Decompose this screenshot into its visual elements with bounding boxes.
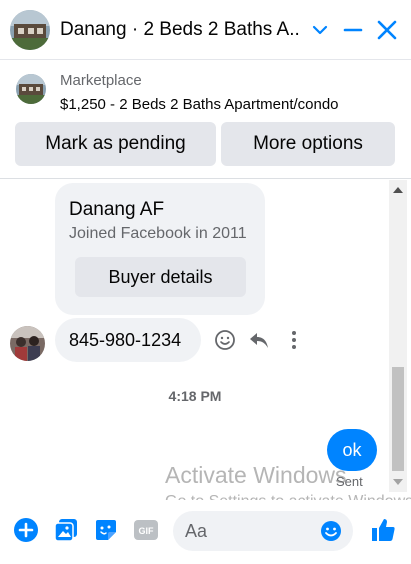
conversation-area[interactable]: Danang AF Joined Facebook in 2011 Buyer …	[0, 180, 411, 492]
listing-avatar[interactable]	[10, 10, 50, 50]
like-icon[interactable]	[369, 516, 397, 544]
scroll-down-icon[interactable]	[393, 479, 403, 485]
close-icon[interactable]	[375, 18, 399, 42]
sender-avatar[interactable]	[10, 326, 45, 361]
buyer-profile-card: Danang AF Joined Facebook in 2011 Buyer …	[55, 183, 265, 315]
listing-thumbnail[interactable]	[16, 74, 46, 104]
message-input[interactable]	[185, 511, 315, 551]
buyer-details-button[interactable]: Buyer details	[75, 257, 246, 297]
emoji-icon[interactable]	[319, 519, 343, 543]
react-emoji-icon[interactable]	[213, 328, 237, 352]
sent-status: Sent	[336, 474, 363, 489]
message-timestamp: 4:18 PM	[168, 388, 222, 404]
listing-price-title[interactable]: $1,250 - 2 Beds 2 Baths Apartment/condo	[60, 96, 339, 113]
message-composer: GIF	[0, 500, 411, 564]
buyer-joined-date: Joined Facebook in 2011	[69, 225, 247, 242]
marketplace-listing: Marketplace $1,250 - 2 Beds 2 Baths Apar…	[0, 61, 411, 179]
more-options-icon[interactable]	[282, 328, 306, 352]
add-icon[interactable]	[13, 517, 39, 543]
minimize-icon[interactable]	[341, 18, 365, 42]
buyer-name: Danang AF	[69, 199, 165, 220]
chat-title[interactable]: Danang · 2 Beds 2 Baths A...	[60, 19, 300, 41]
chevron-down-icon[interactable]	[308, 18, 332, 42]
message-bubble-phone[interactable]: 845-980-1234	[55, 318, 201, 362]
sticker-icon[interactable]	[93, 517, 119, 543]
scroll-up-icon[interactable]	[393, 187, 403, 193]
gif-icon[interactable]: GIF	[133, 517, 159, 543]
reply-icon[interactable]	[247, 328, 271, 352]
scrollbar-thumb[interactable]	[392, 367, 404, 471]
message-input-container	[173, 511, 353, 551]
photo-icon[interactable]	[53, 517, 79, 543]
conversation-scrollbar[interactable]	[389, 180, 407, 492]
chat-header: Danang · 2 Beds 2 Baths A...	[0, 0, 411, 60]
mark-as-pending-button[interactable]: Mark as pending	[15, 122, 216, 166]
marketplace-label: Marketplace	[60, 72, 142, 89]
more-options-button[interactable]: More options	[221, 122, 395, 166]
message-bubble-ok[interactable]: ok	[327, 429, 377, 471]
svg-text:GIF: GIF	[139, 526, 155, 536]
